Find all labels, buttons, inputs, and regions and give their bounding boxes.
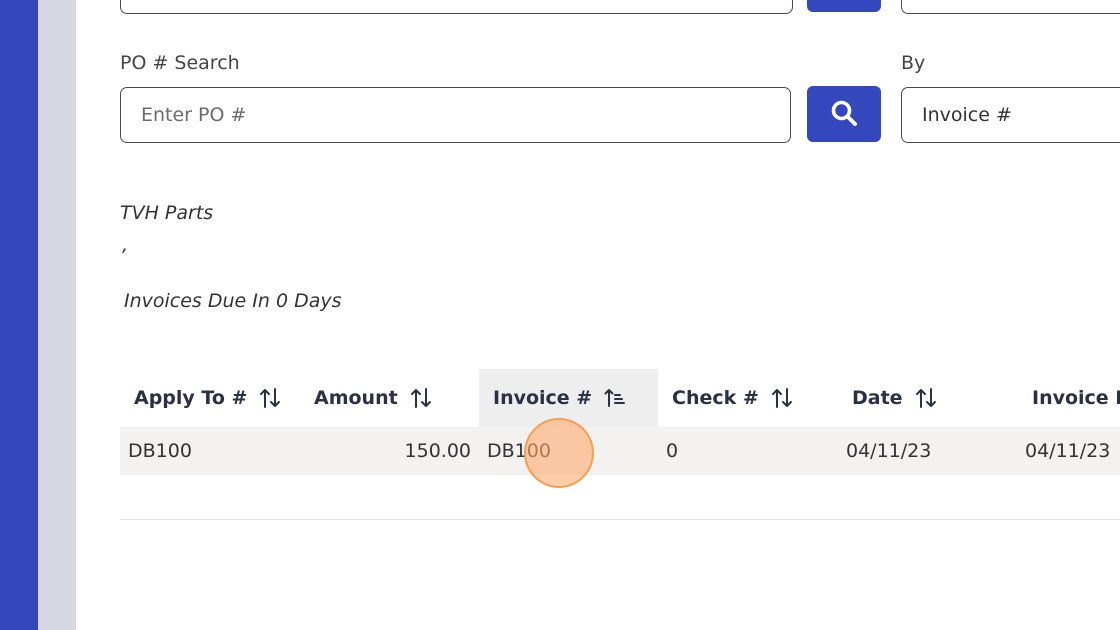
cell-amount: 150.00 xyxy=(404,440,471,462)
table-divider xyxy=(120,519,1120,520)
by-label: By xyxy=(901,52,926,74)
sort-icon xyxy=(410,387,432,409)
sort-icon xyxy=(259,387,281,409)
column-header-check[interactable]: Check # xyxy=(658,369,838,427)
sidebar-strip xyxy=(38,0,76,630)
column-header-label: Date xyxy=(852,387,903,409)
cell-date: 04/11/23 xyxy=(846,440,932,462)
column-header-label: Invoice # xyxy=(493,387,593,409)
table-row[interactable] xyxy=(120,427,1120,475)
left-nav-rail xyxy=(0,0,38,630)
previous-search-button[interactable] xyxy=(807,0,881,12)
search-icon xyxy=(830,99,858,130)
column-header-amount[interactable]: Amount xyxy=(300,369,479,427)
cell-invoice-date: 04/11/23 xyxy=(1025,440,1111,462)
po-search-input[interactable] xyxy=(120,87,791,143)
vendor-name: TVH Parts xyxy=(120,202,214,224)
previous-search-input[interactable] xyxy=(120,0,793,14)
column-header-label: Invoice Date xyxy=(1032,387,1120,409)
sort-icon xyxy=(771,387,793,409)
sort-icon xyxy=(915,387,937,409)
page: PO # Search By Invoice # TVH Parts , Inv… xyxy=(0,0,1120,630)
column-header-invoice-date[interactable]: Invoice Date xyxy=(1018,369,1120,427)
vendor-address: , xyxy=(122,234,129,256)
invoices-due-text: Invoices Due In 0 Days xyxy=(124,290,342,312)
search-by-value: Invoice # xyxy=(922,104,1012,126)
column-header-date[interactable]: Date xyxy=(838,369,1018,427)
column-header-label: Amount xyxy=(314,387,398,409)
previous-filter-select[interactable] xyxy=(901,0,1120,14)
po-search-label: PO # Search xyxy=(120,52,240,74)
sort-ascending-icon xyxy=(604,387,626,409)
column-header-invoice[interactable]: Invoice # xyxy=(479,369,658,427)
click-indicator xyxy=(524,418,594,488)
search-by-select[interactable]: Invoice # xyxy=(901,87,1120,143)
cell-check: 0 xyxy=(666,440,679,462)
column-header-apply-to[interactable]: Apply To # xyxy=(120,369,300,427)
column-header-label: Check # xyxy=(672,387,759,409)
column-header-label: Apply To # xyxy=(134,387,248,409)
search-button[interactable] xyxy=(807,86,881,142)
cell-apply-to: DB100 xyxy=(128,440,192,462)
